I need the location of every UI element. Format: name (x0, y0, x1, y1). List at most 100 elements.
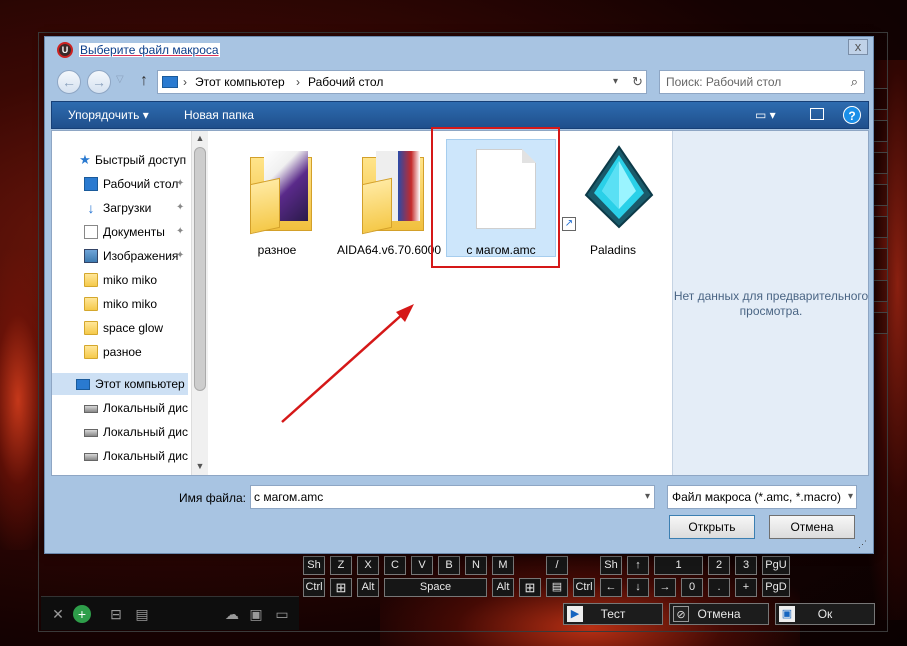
cancel-button[interactable]: Отмена (769, 515, 855, 539)
address-dropdown-icon[interactable]: ▾ (613, 76, 618, 87)
close-icon[interactable]: ✕ (49, 605, 67, 623)
file-item-folder[interactable]: разное (222, 139, 332, 263)
menu-key-icon[interactable]: ▤ (546, 578, 568, 597)
back-button[interactable]: ← (57, 70, 81, 94)
new-folder-button[interactable]: Новая папка (184, 108, 254, 122)
key-ctrl-right[interactable]: Ctrl (573, 578, 595, 597)
view-options-icon[interactable]: ▭ ▾ (755, 108, 776, 122)
sidebar-item-folder[interactable]: разное (52, 341, 188, 363)
sidebar-item-desktop[interactable]: Рабочий стол ✦ (52, 173, 188, 195)
sidebar-item-pictures[interactable]: Изображения ✦ (52, 245, 188, 267)
breadcrumb-chevron-icon[interactable]: › (296, 75, 300, 89)
sidebar-item-folder[interactable]: miko miko (52, 269, 188, 291)
breadcrumb-desktop[interactable]: Рабочий стол (308, 75, 383, 89)
key-num-plus[interactable]: + (735, 578, 757, 597)
key-num-0[interactable]: 0 (681, 578, 703, 597)
scroll-thumb[interactable] (194, 147, 206, 391)
key-alt[interactable]: Alt (357, 578, 379, 597)
key-num-1[interactable]: 1 (654, 556, 703, 575)
scroll-up-icon[interactable]: ▲ (194, 133, 206, 143)
search-icon[interactable]: ⌕ (851, 74, 858, 90)
key-shift[interactable]: Sh (303, 556, 325, 575)
filename-input[interactable] (254, 489, 634, 505)
chevron-down-icon[interactable]: ▾ (645, 491, 650, 502)
file-name: AIDA64.v6.70.6000 (336, 243, 442, 257)
sidebar-item-quick-access[interactable]: ★ Быстрый доступ (52, 149, 188, 171)
forward-button[interactable]: → (87, 70, 111, 94)
app-cancel-button[interactable]: ⊘ Отмена (669, 603, 769, 625)
clipboard-icon[interactable]: ▤ (133, 605, 151, 623)
sidebar-item-label: miko miko (103, 273, 158, 287)
file-name: разное (257, 243, 297, 257)
preview-pane-icon[interactable] (810, 108, 824, 120)
key-num-dot[interactable]: . (708, 578, 730, 597)
sidebar-item-folder[interactable]: space glow (52, 317, 188, 339)
preview-message: Нет данных для предварительного просмотр… (673, 289, 869, 318)
computer-icon (162, 76, 178, 88)
key-arrow-up[interactable]: ↑ (627, 556, 649, 575)
file-item-folder[interactable]: AIDA64.v6.70.6000 (334, 139, 444, 263)
resize-grip-icon[interactable]: ⋰ (858, 539, 870, 551)
computer-icon (76, 379, 90, 390)
sidebar-item-folder[interactable]: miko miko (52, 293, 188, 315)
key-arrow-right[interactable]: → (654, 578, 676, 597)
cloud-icon[interactable]: ☁ (223, 605, 241, 623)
key-pgup[interactable]: PgU (762, 556, 790, 575)
organize-menu[interactable]: Упорядочить ▾ (68, 108, 149, 122)
key-arrow-down[interactable]: ↓ (627, 578, 649, 597)
key-v[interactable]: V (411, 556, 433, 575)
key-ctrl[interactable]: Ctrl (303, 578, 325, 597)
scroll-down-icon[interactable]: ▼ (194, 461, 206, 471)
folder-icon (84, 345, 98, 359)
key-pgdn[interactable]: PgD (762, 578, 790, 597)
save-icon[interactable]: ▣ (247, 605, 265, 623)
close-button[interactable]: x (848, 39, 868, 55)
sidebar-item-drive[interactable]: Локальный диск (52, 421, 188, 443)
address-bar[interactable]: › Этот компьютер › Рабочий стол ▾ ↻ (157, 70, 647, 94)
key-arrow-left[interactable]: ← (600, 578, 622, 597)
open-button[interactable]: Открыть (669, 515, 755, 539)
sidebar-scrollbar[interactable]: ▲ ▼ (191, 131, 208, 475)
key-x[interactable]: X (357, 556, 379, 575)
key-slash[interactable]: / (546, 556, 568, 575)
split-icon[interactable]: ⊟ (107, 605, 125, 623)
folder-icon (250, 151, 312, 235)
sidebar-item-drive[interactable]: Локальный диск (52, 445, 188, 467)
app-ok-button[interactable]: ▣ Ок (775, 603, 875, 625)
key-num-2[interactable]: 2 (708, 556, 730, 575)
sidebar-item-this-pc[interactable]: Этот компьютер (52, 373, 188, 395)
windows-key-right-icon[interactable] (519, 578, 541, 597)
key-z[interactable]: Z (330, 556, 352, 575)
breadcrumb-this-pc[interactable]: Этот компьютер (195, 75, 285, 89)
add-icon[interactable]: + (73, 605, 91, 623)
recent-dropdown-icon[interactable]: ▽ (116, 74, 124, 85)
dialog-title: Выберите файл макроса (79, 43, 220, 57)
folder-open-icon[interactable]: ▭ (273, 605, 291, 623)
up-button[interactable]: ↑ (135, 71, 153, 91)
search-input[interactable] (666, 74, 841, 90)
help-button[interactable]: ? (843, 106, 861, 124)
key-m[interactable]: M (492, 556, 514, 575)
test-button[interactable]: ▶ Тест (563, 603, 663, 625)
filetype-select[interactable]: Файл макроса (*.amc, *.macro) ▾ (667, 485, 857, 509)
folder-icon (362, 151, 424, 235)
sidebar-item-drive[interactable]: Локальный диск (52, 397, 188, 419)
chevron-down-icon[interactable]: ▾ (845, 486, 853, 508)
sidebar-item-documents[interactable]: Документы ✦ (52, 221, 188, 243)
sidebar-item-downloads[interactable]: ↓ Загрузки ✦ (52, 197, 188, 219)
key-n[interactable]: N (465, 556, 487, 575)
breadcrumb-chevron-icon[interactable]: › (183, 75, 187, 89)
key-b[interactable]: B (438, 556, 460, 575)
refresh-icon[interactable]: ↻ (632, 74, 643, 90)
file-item-shortcut[interactable]: ↗ Paladins (558, 139, 668, 263)
key-num-3[interactable]: 3 (735, 556, 757, 575)
key-c[interactable]: C (384, 556, 406, 575)
shortcut-arrow-icon: ↗ (562, 217, 576, 231)
key-space[interactable]: Space (384, 578, 487, 597)
dialog-title-bar[interactable]: U Выберите файл макроса x (45, 37, 873, 65)
pin-icon: ✦ (176, 202, 185, 213)
sidebar-item-label: разное (103, 345, 142, 359)
key-alt-right[interactable]: Alt (492, 578, 514, 597)
windows-key-icon[interactable] (330, 578, 352, 597)
key-shift-right[interactable]: Sh (600, 556, 622, 575)
